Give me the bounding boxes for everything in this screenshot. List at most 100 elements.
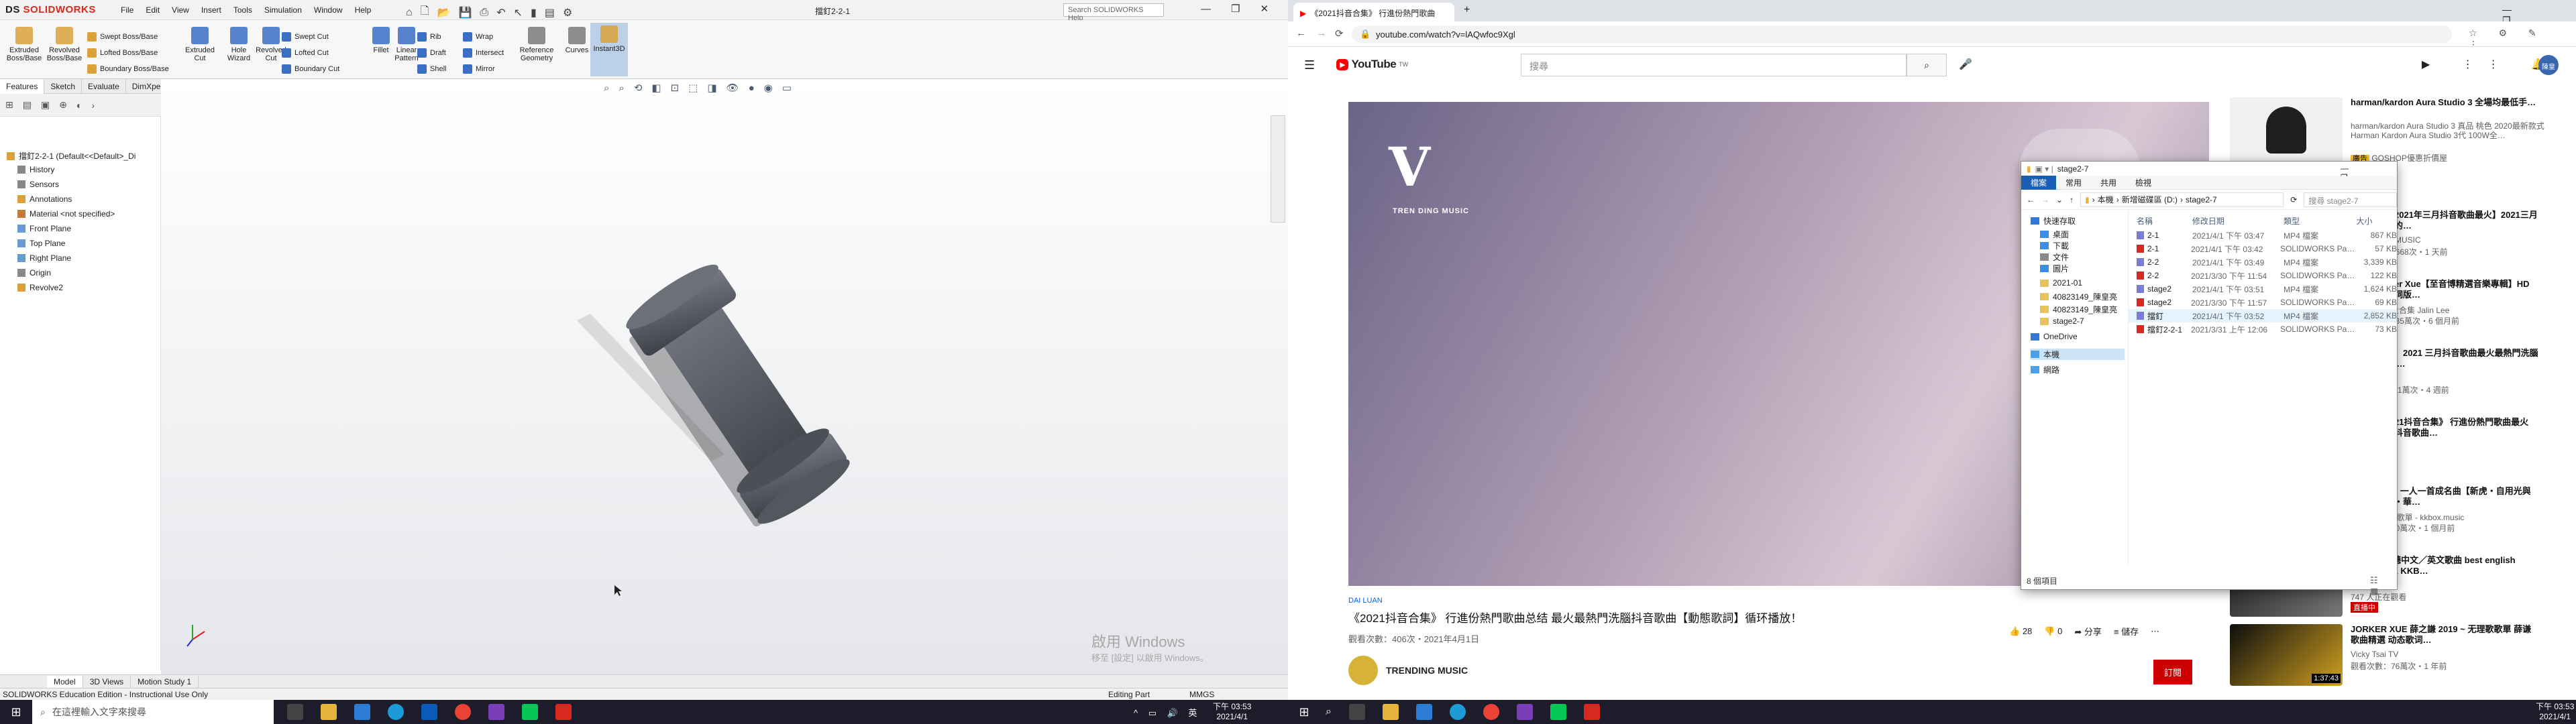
edge-icon[interactable] xyxy=(388,704,404,720)
file-row[interactable]: 2-2 2021/4/1 下午 03:49 MP4 檔案 3,339 KB xyxy=(2129,255,2397,269)
menu-item-view[interactable]: View xyxy=(172,5,189,15)
ribbon-lofted-boss-base-button[interactable]: Lofted Boss/Base xyxy=(87,48,158,58)
tab-sketch[interactable]: Sketch xyxy=(44,78,83,94)
subscribe-button[interactable]: 訂閱 xyxy=(2153,660,2193,684)
nav-item[interactable]: 網路 xyxy=(2031,364,2059,375)
explorer-path-bar[interactable]: ▮ › 本機 › 新增磁碟區 (D:) › stage2-7 xyxy=(2080,192,2284,207)
clock-right[interactable]: 下午 03:53 2021/4/1 xyxy=(2536,702,2574,722)
menu-item-file[interactable]: File xyxy=(121,5,133,15)
onenote-icon[interactable] xyxy=(488,704,504,720)
undo-icon[interactable]: ↶ xyxy=(496,6,505,19)
reload-icon[interactable]: ⟳ xyxy=(1335,27,1344,40)
nav-item[interactable]: 快速存取 xyxy=(2031,215,2076,227)
ribbon-instant3d-button[interactable]: Instant3D xyxy=(590,23,628,76)
back-icon[interactable]: ← xyxy=(1296,27,1306,39)
address-bar[interactable]: 🔒 youtube.com/watch?v=lAQwfoc9Xgl xyxy=(1352,25,2452,43)
youtube-search-button[interactable]: ⌕ xyxy=(1907,54,1947,76)
options-icon[interactable]: ⚙ xyxy=(563,6,572,19)
like-button[interactable]: 👍 28 xyxy=(2009,626,2032,637)
save-button[interactable]: ≡ 儲存 xyxy=(2114,625,2139,638)
status-units[interactable]: MMGS xyxy=(1189,690,1214,699)
tree-item-1[interactable]: History xyxy=(17,165,54,174)
menu-item-window[interactable]: Window xyxy=(314,5,343,15)
nav-item[interactable]: 2021-01 xyxy=(2040,278,2082,288)
nav-item[interactable]: 下載 xyxy=(2040,240,2069,251)
ribbon-reference-geometry-button[interactable]: Reference Geometry xyxy=(518,27,555,62)
dynamic-annotation-icon[interactable]: ⊡ xyxy=(671,82,680,94)
ribbon-swept-boss-base-button[interactable]: Swept Boss/Base xyxy=(87,32,158,42)
new-file-icon[interactable]: 🗋 xyxy=(421,3,429,21)
chrome-tab-youtube[interactable]: ▶ 《2021抖音合集》 行進份熱門歌曲 xyxy=(1293,3,1454,21)
system-tray-icons[interactable]: ^ ▭ 🔊 英 xyxy=(1134,706,1201,719)
tree-item-7[interactable]: Right Plane xyxy=(17,253,71,263)
line-icon[interactable] xyxy=(522,704,538,720)
channel-name[interactable]: TRENDING MUSIC xyxy=(1386,665,1468,676)
video-thumbnail[interactable]: 1:37:43 xyxy=(2230,624,2343,686)
menu-item-tools[interactable]: Tools xyxy=(233,5,252,15)
new-tab-icon[interactable]: + xyxy=(1464,4,1470,16)
taskbar-search[interactable]: ⌕ 在這裡輸入文字來搜尋 xyxy=(32,700,274,724)
sw-logo[interactable]: DS SOLIDWORKS xyxy=(5,4,96,15)
clock-left[interactable]: 下午 03:53 2021/4/1 xyxy=(1213,702,1251,722)
nav-item[interactable]: stage2-7 xyxy=(2040,316,2084,326)
chrome-icon[interactable] xyxy=(1483,704,1499,720)
file-row[interactable]: 2-1 2021/4/1 下午 03:42 SOLIDWORKS Pa… 57 KB xyxy=(2129,242,2397,255)
view-mode-icons[interactable]: ☷ ▦ xyxy=(2370,575,2397,597)
tree-item-5[interactable]: Front Plane xyxy=(17,224,71,233)
store-icon[interactable] xyxy=(354,704,370,720)
feature-manager-icon[interactable]: ⊞ xyxy=(5,99,13,111)
explorer-ribbon-tab[interactable]: 檢視 xyxy=(2126,176,2161,190)
forward-icon[interactable]: → xyxy=(1316,27,1326,39)
ad-thumbnail[interactable] xyxy=(2230,97,2343,164)
tree-item-9[interactable]: Revolve2 xyxy=(17,283,63,292)
menu-item-insert[interactable]: Insert xyxy=(201,5,221,15)
configuration-manager-icon[interactable]: ▣ xyxy=(41,99,50,111)
start-windows-icon[interactable]: ⊞ xyxy=(1288,705,1320,719)
channel-avatar[interactable] xyxy=(1348,656,1378,685)
line-icon[interactable] xyxy=(1550,704,1566,720)
column-header[interactable]: 類型 xyxy=(2281,215,2354,227)
view-orientation-icon[interactable]: ⬚ xyxy=(688,82,698,94)
tree-item-2[interactable]: Sensors xyxy=(17,180,59,189)
file-row[interactable]: 擋釘 2021/4/1 下午 03:52 MP4 檔案 2,852 KB xyxy=(2129,309,2397,322)
forward-icon[interactable]: → xyxy=(2041,195,2049,204)
tree-item-0[interactable]: 擋釘2-2-1 (Default<<Default>_Di xyxy=(7,150,136,162)
close-icon[interactable]: ✕ xyxy=(1260,3,1269,15)
task-view-icon[interactable] xyxy=(1348,704,1365,720)
bottom-tab-model[interactable]: Model xyxy=(47,675,83,688)
ribbon-boundary-boss-base-button[interactable]: Boundary Boss/Base xyxy=(87,64,169,74)
path-segment[interactable]: stage2-7 xyxy=(2186,195,2217,204)
video-hashtag[interactable]: DAI LUAN xyxy=(1348,597,2209,605)
explorer-ribbon-tab[interactable]: 共用 xyxy=(2091,176,2126,190)
store-icon[interactable] xyxy=(1415,704,1432,720)
column-header[interactable]: 修改日期 xyxy=(2190,215,2281,227)
display-style-icon[interactable]: ◨ xyxy=(707,82,716,94)
part-model[interactable] xyxy=(161,79,1288,676)
sw-help-search[interactable]: Search SOLIDWORKS Help xyxy=(1063,3,1164,22)
file-row[interactable]: 2-1 2021/4/1 下午 03:47 MP4 檔案 867 KB xyxy=(2129,229,2397,242)
dimxpert-icon[interactable]: ⊕ xyxy=(59,99,67,111)
menu-icon[interactable]: ☰ xyxy=(1304,58,1315,72)
mail-icon[interactable] xyxy=(421,704,437,720)
avatar[interactable]: 陳皇 xyxy=(2538,55,2559,75)
nav-item[interactable]: 本機 xyxy=(2031,349,2125,360)
file-row[interactable]: 2-2 2021/3/30 下午 11:54 SOLIDWORKS Pa… 122 K… xyxy=(2129,269,2397,282)
graphics-area[interactable] xyxy=(161,79,1288,676)
menu-item-help[interactable]: Help xyxy=(355,5,372,15)
file-explorer-icon[interactable] xyxy=(1382,704,1399,720)
back-icon[interactable]: ← xyxy=(2027,195,2035,204)
ribbon-intersect-button[interactable]: Intersect xyxy=(463,48,504,58)
column-header[interactable]: 大小 xyxy=(2353,215,2397,227)
ribbon-mirror-button[interactable]: Mirror xyxy=(463,64,495,74)
open-icon[interactable]: 📂 xyxy=(437,6,451,19)
nav-item[interactable]: 圖片 xyxy=(2040,263,2069,274)
zoom-area-icon[interactable]: ⌕ xyxy=(619,82,624,94)
select-icon[interactable]: ↖ xyxy=(514,6,523,19)
youtube-search-input[interactable]: 搜尋 xyxy=(1521,54,1907,76)
quick-access-toolbar-icon[interactable]: ▣ ▾ | xyxy=(2035,164,2053,174)
zoom-to-fit-icon[interactable]: ⌕ xyxy=(604,82,609,94)
tab-evaluate[interactable]: Evaluate xyxy=(82,78,126,94)
tree-item-8[interactable]: Origin xyxy=(17,268,51,278)
bottom-tab-motion-study-1[interactable]: Motion Study 1 xyxy=(131,675,199,688)
microphone-icon[interactable]: 🎤 xyxy=(1959,58,1972,71)
